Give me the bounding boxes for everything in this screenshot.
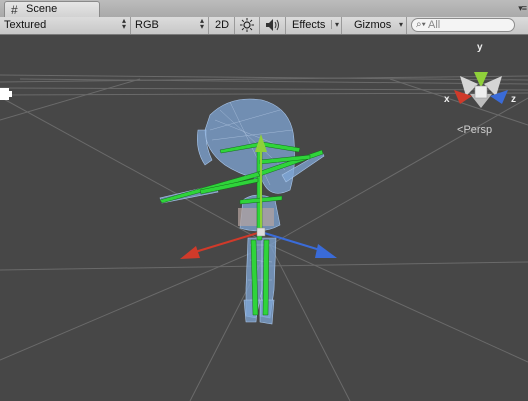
scene-grid-icon: # [11, 3, 18, 17]
lighting-toggle[interactable] [235, 17, 260, 34]
scene-canvas: y x z [0, 42, 528, 401]
gizmos-label: Gizmos [354, 19, 392, 31]
updown-arrows-icon: ▴ ▾ [199, 16, 204, 31]
updown-arrows-icon: ▴ ▾ [121, 16, 126, 31]
draw-mode-label: Textured [4, 19, 47, 31]
chevron-down-icon: ▾ [330, 20, 339, 29]
render-mode-label: RGB [135, 19, 159, 31]
window-menu-icon[interactable]: ▾≡ [518, 3, 527, 14]
orientation-gizmo: y x z [444, 42, 516, 108]
sun-icon [240, 18, 254, 32]
tab-scene-label: Scene [26, 3, 58, 15]
mode-2d-button[interactable]: 2D [211, 17, 235, 34]
scene-viewport[interactable]: y x z <Persp [0, 35, 528, 401]
audio-toggle[interactable] [260, 17, 286, 34]
effects-label: Effects [292, 19, 326, 31]
search-field[interactable]: ⌕▾ [411, 18, 515, 32]
gizmo-y-label: y [477, 42, 483, 53]
draw-mode-dropdown[interactable]: Textured ▴ ▾ [0, 17, 131, 34]
render-mode-dropdown[interactable]: RGB ▴ ▾ [131, 17, 209, 34]
camera-icon [0, 88, 9, 100]
scene-toolbar: Textured ▴▾ RGB ▴▾ 2D Effects ▾ Gizmos [0, 17, 528, 35]
speaker-icon [266, 19, 279, 31]
search-input[interactable] [428, 19, 508, 31]
mode-2d-label: 2D [215, 19, 230, 31]
tab-bar: # Scene ▾≡ [0, 0, 528, 18]
x-axis-arrow [180, 246, 200, 259]
projection-toggle[interactable]: <Persp [457, 124, 492, 136]
effects-dropdown[interactable]: Effects ▾ [287, 17, 342, 34]
projection-label: Persp [463, 124, 493, 136]
gizmos-dropdown[interactable]: Gizmos ▾ [349, 17, 407, 34]
magnifier-icon: ⌕▾ [416, 19, 426, 30]
gizmo-x-label: x [444, 94, 450, 105]
chevron-down-icon: ▾ [398, 20, 403, 29]
gizmo-z-label: z [511, 94, 516, 105]
z-axis-arrow [315, 244, 337, 258]
tab-scene[interactable]: # Scene [4, 1, 100, 17]
